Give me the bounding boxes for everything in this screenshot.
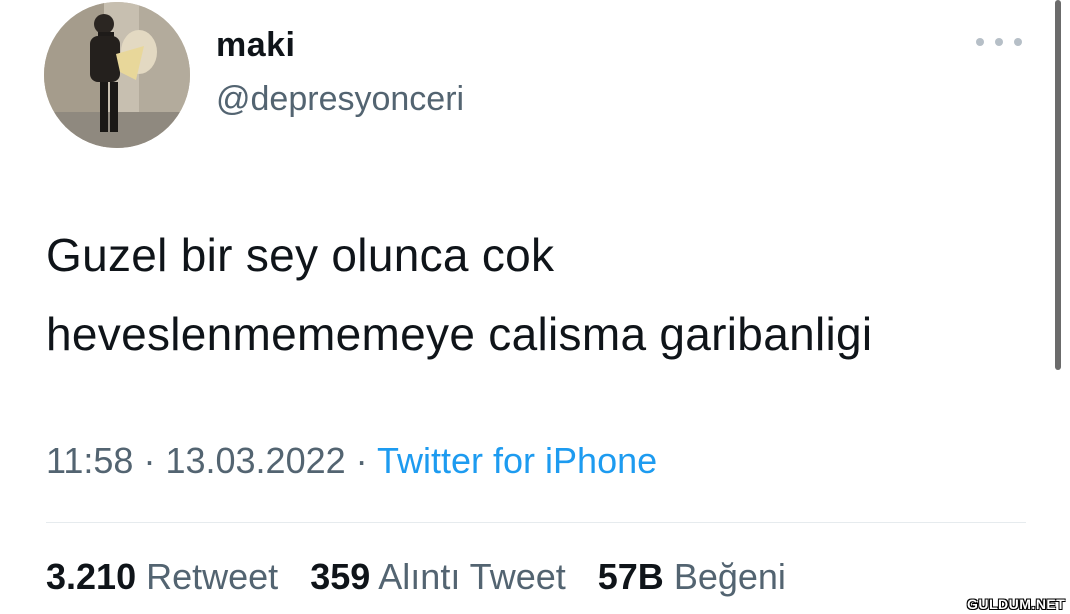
retweets-stat[interactable]: 3.210 Retweet <box>46 556 278 597</box>
tweet-date[interactable]: 13.03.2022 <box>165 440 345 481</box>
user-handle[interactable]: @depresyonceri <box>216 80 464 119</box>
retweets-label: Retweet <box>146 556 279 597</box>
tweet-text-line: heveslenmememeye calisma garibanligi <box>46 308 873 360</box>
watermark: GULDUM.NET <box>967 596 1066 612</box>
quotes-count: 359 <box>310 556 371 597</box>
retweets-count: 3.210 <box>46 556 137 597</box>
tweet-text-line: Guzel bir sey olunca cok <box>46 229 555 281</box>
quotes-stat[interactable]: 359 Alıntı Tweet <box>310 556 566 597</box>
scrollbar[interactable] <box>1055 0 1061 370</box>
more-dot <box>1014 38 1022 46</box>
display-name[interactable]: maki <box>216 26 296 65</box>
more-dot <box>995 38 1003 46</box>
likes-count: 57B <box>597 556 664 597</box>
meta-separator: · <box>355 440 368 481</box>
profile-photo <box>44 2 190 148</box>
tweet-text: Guzel bir sey olunca cok heveslenmememey… <box>46 216 1036 374</box>
avatar[interactable] <box>44 2 190 148</box>
tweet-stats: 3.210 Retweet 359 Alıntı Tweet 57B Beğen… <box>46 556 808 598</box>
tweet-meta: 11:58 · 13.03.2022 · Twitter for iPhone <box>46 440 657 482</box>
tweet-time[interactable]: 11:58 <box>46 440 133 481</box>
more-icon[interactable] <box>976 32 1022 52</box>
likes-label: Beğeni <box>673 556 786 597</box>
more-dot <box>976 38 984 46</box>
quotes-label: Alıntı Tweet <box>378 556 566 597</box>
likes-stat[interactable]: 57B Beğeni <box>598 556 786 597</box>
divider <box>46 522 1026 523</box>
tweet-source-link[interactable]: Twitter for iPhone <box>377 440 657 481</box>
meta-separator: · <box>143 440 156 481</box>
